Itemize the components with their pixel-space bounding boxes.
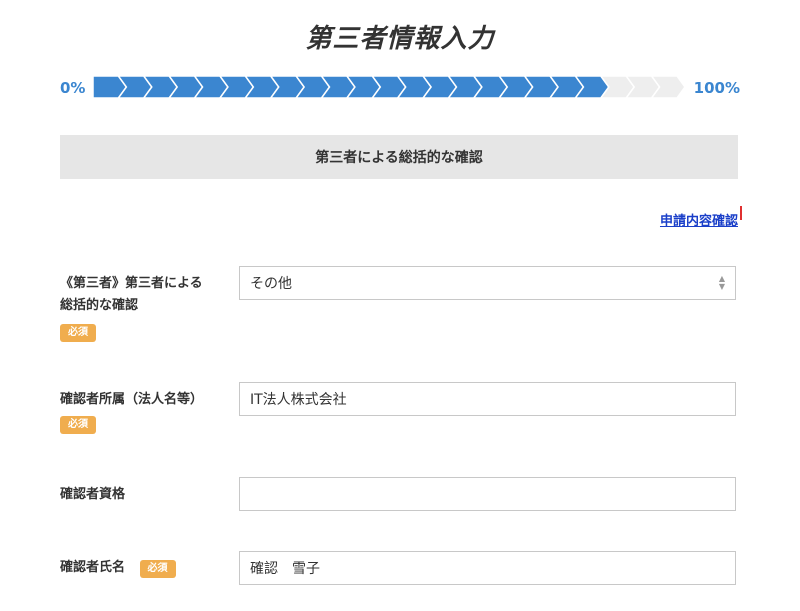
- overall-confirmation-select[interactable]: その他 ▲ ▼: [239, 266, 736, 300]
- review-marker: [740, 206, 742, 220]
- name-input[interactable]: 確認 雪子: [239, 551, 736, 585]
- input-value: IT法人株式会社: [250, 392, 347, 408]
- input-value: 確認 雪子: [250, 561, 320, 577]
- field-label-text: 確認者所属（法人名等）: [60, 392, 204, 407]
- required-badge: 必須: [139, 560, 176, 578]
- affiliation-input[interactable]: IT法人株式会社: [239, 382, 736, 416]
- progress-bar: 0% 100%: [60, 76, 740, 102]
- field-label-line1: 《第三者》第三者による: [60, 276, 203, 291]
- field-label-text: 確認者資格: [60, 487, 126, 502]
- field-label-overall-confirmation: 《第三者》第三者による 総括的な確認 必須: [60, 273, 203, 343]
- required-badge: 必須: [60, 324, 96, 342]
- section-heading: 第三者による総括的な確認: [315, 150, 483, 166]
- required-badge: 必須: [60, 416, 96, 434]
- qualification-input[interactable]: [239, 477, 736, 511]
- page-title: 第三者情報入力: [305, 24, 495, 54]
- select-arrows-icon: ▲ ▼: [718, 274, 725, 291]
- select-value: その他: [250, 276, 292, 292]
- field-label-line2: 総括的な確認: [60, 298, 139, 313]
- field-label-name: 確認者氏名 必須: [60, 557, 176, 579]
- field-label-affiliation: 確認者所属（法人名等） 必須: [60, 389, 203, 435]
- progress-max-label: 100%: [693, 79, 740, 97]
- section-header: 第三者による総括的な確認: [60, 135, 738, 179]
- progress-min-label: 0%: [60, 79, 86, 97]
- field-label-text: 確認者氏名: [60, 560, 126, 575]
- progress-track: [93, 76, 685, 98]
- field-label-qualification: 確認者資格: [60, 484, 125, 506]
- review-link[interactable]: 申請内容確認: [660, 210, 738, 229]
